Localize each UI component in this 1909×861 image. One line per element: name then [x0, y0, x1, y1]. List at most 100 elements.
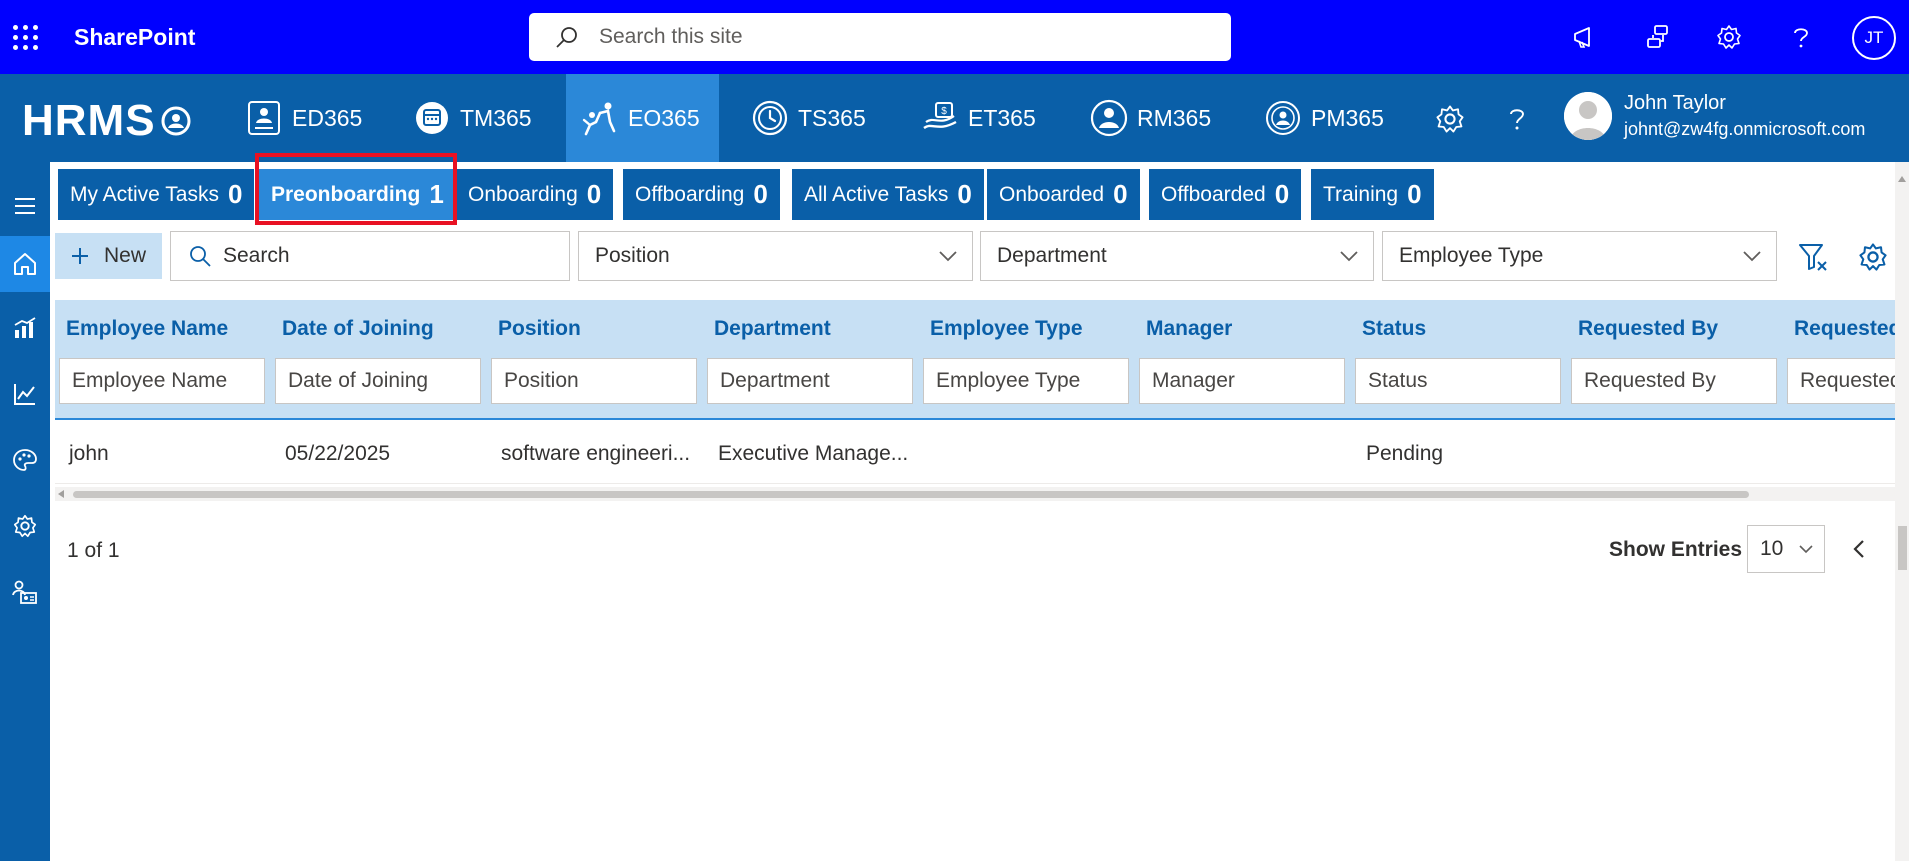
app-tab-et365[interactable]: $ ET365 [920, 74, 1036, 162]
dropdown-label: Department [997, 244, 1107, 267]
onboarding-icon [580, 98, 620, 138]
help-icon[interactable] [1785, 21, 1817, 53]
app-tab-label: TS365 [798, 104, 866, 131]
app-tab-rm365[interactable]: RM365 [1089, 74, 1211, 162]
share-icon[interactable] [1642, 21, 1674, 53]
chevron-down-icon [1742, 250, 1762, 262]
column-header[interactable]: Employee Name [66, 317, 228, 341]
filter-status[interactable] [1355, 358, 1561, 404]
tab-my-active-tasks[interactable]: My Active Tasks 0 [58, 169, 255, 220]
tab-onboarded[interactable]: Onboarded 0 [987, 169, 1140, 220]
recruitment-icon [1089, 98, 1129, 138]
employee-directory-icon [244, 98, 284, 138]
position-dropdown[interactable]: Position [578, 231, 973, 281]
app-tab-label: ED365 [292, 104, 363, 131]
new-button-label: New [104, 244, 147, 267]
entries-per-page-select[interactable]: 10 [1747, 525, 1825, 573]
vertical-scrollbar[interactable] [1895, 162, 1909, 861]
tab-offboarding[interactable]: Offboarding 0 [623, 169, 780, 220]
tab-offboarded[interactable]: Offboarded 0 [1149, 169, 1302, 220]
horizontal-scroll-thumb[interactable] [73, 491, 1749, 498]
grid-settings-gear-icon[interactable] [1855, 239, 1891, 275]
trend-icon[interactable] [0, 368, 50, 420]
dropdown-label: Employee Type [1399, 244, 1544, 267]
app-tab-eo365[interactable]: EO365 [566, 74, 719, 162]
column-header[interactable]: Employee Type [930, 317, 1083, 341]
tab-label: Onboarded [999, 182, 1105, 206]
filter-employee-type[interactable] [923, 358, 1129, 404]
site-search-box[interactable] [529, 13, 1231, 61]
filter-date-of-joining[interactable] [275, 358, 481, 404]
column-header[interactable]: Requested [1794, 317, 1896, 341]
app-tab-label: PM365 [1311, 104, 1384, 131]
scroll-up-arrow-icon[interactable] [1898, 176, 1906, 182]
left-nav-rail [0, 162, 50, 861]
user-profile[interactable]: John Taylor johnt@zw4fg.onmicrosoft.com [1564, 92, 1865, 140]
clear-filter-icon[interactable] [1795, 239, 1831, 275]
filter-position[interactable] [491, 358, 697, 404]
gear-icon[interactable] [1713, 21, 1745, 53]
performance-icon [1263, 98, 1303, 138]
svg-text:$: $ [941, 106, 947, 117]
home-icon[interactable] [0, 236, 50, 292]
app-launcher-icon[interactable] [10, 22, 40, 52]
column-header[interactable]: Date of Joining [282, 317, 434, 341]
new-button[interactable]: New [55, 233, 162, 279]
site-search-input[interactable] [599, 25, 1159, 49]
menu-icon[interactable] [0, 180, 50, 232]
user-initials-avatar[interactable]: JT [1852, 16, 1896, 60]
tab-preonboarding[interactable]: Preonboarding 1 [259, 169, 456, 220]
tab-count: 1 [429, 179, 444, 209]
user-avatar [1564, 92, 1612, 140]
gear-icon[interactable] [0, 500, 50, 552]
app-tab-label: ET365 [968, 104, 1036, 131]
palette-icon[interactable] [0, 434, 50, 486]
hrms-logo[interactable]: HRMS [22, 96, 192, 146]
cell-position: software engineeri... [501, 442, 691, 465]
sharepoint-brand[interactable]: SharePoint [74, 24, 195, 51]
megaphone-icon[interactable] [1569, 21, 1601, 53]
grid-search-input[interactable] [223, 244, 553, 268]
chevron-down-icon [1339, 250, 1359, 262]
column-header[interactable]: Manager [1146, 317, 1232, 341]
column-header[interactable]: Status [1362, 317, 1426, 341]
app-settings-gear-icon[interactable] [1433, 102, 1467, 136]
cell-employee-name: john [69, 442, 109, 465]
hrms-logo-text: HRMS [22, 96, 156, 145]
grid-search-box[interactable] [170, 231, 570, 281]
filter-requested-by[interactable] [1571, 358, 1777, 404]
column-header[interactable]: Department [714, 317, 831, 341]
scroll-left-arrow-icon[interactable] [58, 490, 64, 498]
analytics-icon[interactable] [0, 302, 50, 354]
filter-employee-name[interactable] [59, 358, 265, 404]
chevron-left-icon [1853, 539, 1865, 559]
tab-label: All Active Tasks [804, 182, 949, 206]
dropdown-label: Position [595, 244, 670, 267]
tab-label: My Active Tasks [70, 182, 219, 206]
column-header[interactable]: Requested By [1578, 317, 1718, 341]
tab-count: 0 [228, 179, 243, 209]
filter-department[interactable] [707, 358, 913, 404]
app-tab-ed365[interactable]: ED365 [244, 74, 362, 162]
previous-page-button[interactable] [1847, 534, 1871, 564]
app-tab-ts365[interactable]: TS365 [750, 74, 866, 162]
tab-label: Onboarding [468, 182, 578, 206]
table-row[interactable]: john 05/22/2025 software engineeri... Ex… [55, 422, 1896, 484]
app-tab-pm365[interactable]: PM365 [1263, 74, 1384, 162]
tab-training[interactable]: Training 0 [1311, 169, 1434, 220]
expense-tracker-icon: $ [920, 98, 960, 138]
employee-type-dropdown[interactable]: Employee Type [1382, 231, 1777, 281]
horizontal-scrollbar[interactable] [55, 487, 1896, 501]
users-icon[interactable] [0, 566, 50, 618]
app-tab-label: TM365 [460, 104, 532, 131]
app-help-icon[interactable] [1500, 102, 1534, 136]
filter-requested[interactable] [1787, 358, 1896, 404]
vertical-scroll-thumb[interactable] [1898, 526, 1907, 570]
department-dropdown[interactable]: Department [980, 231, 1374, 281]
tab-all-active-tasks[interactable]: All Active Tasks 0 [792, 169, 984, 220]
app-bar: HRMS ED365 TM365 EO365 TS365 $ ET365 RM3… [0, 74, 1909, 162]
tab-onboarding[interactable]: Onboarding 0 [456, 169, 614, 220]
filter-manager[interactable] [1139, 358, 1345, 404]
app-tab-tm365[interactable]: TM365 [412, 74, 532, 162]
column-header[interactable]: Position [498, 317, 581, 341]
